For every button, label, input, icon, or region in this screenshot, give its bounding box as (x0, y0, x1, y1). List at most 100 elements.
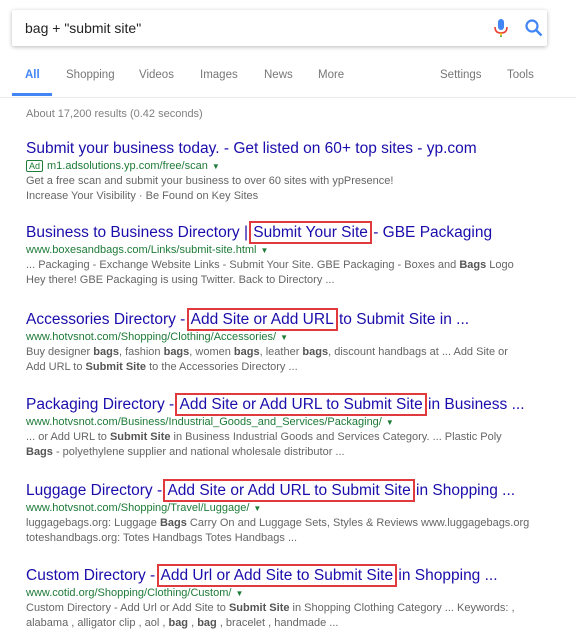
result-snippet: Get a free scan and submit your business… (26, 174, 566, 189)
ad-badge: Ad (26, 160, 44, 172)
caret-down-icon[interactable]: ▼ (260, 246, 268, 255)
highlight-box: Submit Your Site (249, 221, 372, 244)
snippet-text: Get a free scan and submit your business… (26, 175, 394, 187)
snippet-text: bags (302, 346, 329, 358)
snippet-text: in Shopping Clothing Category ... Keywor… (289, 602, 515, 614)
snippet-text: ... Packaging - Exchange Website Links -… (26, 259, 460, 271)
snippet-text: Bags (26, 446, 53, 458)
result-snippet: toteshandbags.org: Totes Handbags Totes … (26, 531, 566, 546)
url-text[interactable]: www.cotid.org/Shopping/Clothing/Custom/ (26, 587, 231, 599)
snippet-text: Increase Your Visibility · Be Found on K… (26, 190, 259, 202)
caret-down-icon[interactable]: ▼ (253, 504, 261, 513)
active-tab-indicator (12, 93, 52, 96)
snippet-text: ... or Add URL to (26, 431, 110, 443)
tab-all[interactable]: All (25, 69, 40, 81)
search-input[interactable]: bag + "submit site" (25, 20, 141, 36)
magnifier-icon[interactable] (524, 18, 544, 38)
url-text[interactable]: www.hotvsnot.com/Shopping/Clothing/Acces… (26, 331, 276, 343)
title-text: to Submit Site in ... (334, 311, 470, 328)
snippet-text: Submit Site (85, 361, 147, 373)
caret-down-icon[interactable]: ▼ (212, 162, 220, 171)
result-snippet: Custom Directory - Add Url or Add Site t… (26, 601, 566, 616)
search-result: Business to Business Directory | Submit … (26, 221, 566, 288)
snippet-text: toteshandbags.org: Totes Handbags Totes … (26, 532, 298, 544)
result-title-link[interactable]: Luggage Directory - Add Site or Add URL … (26, 479, 566, 502)
search-result: Luggage Directory - Add Site or Add URL … (26, 479, 566, 546)
title-text: in Business ... (423, 396, 525, 413)
settings-link[interactable]: Settings (440, 69, 482, 81)
snippet-text: Submit Site (109, 431, 171, 443)
title-text: in Shopping ... (411, 482, 516, 499)
title-text: in Shopping ... (394, 567, 498, 584)
tab-videos[interactable]: Videos (139, 69, 174, 81)
snippet-text: Custom Directory - Add Url or Add Site t… (26, 602, 229, 614)
snippet-text: bags (163, 346, 190, 358)
search-box[interactable]: bag + "submit site" (12, 10, 547, 46)
snippet-text: bag (197, 617, 217, 629)
snippet-text: Submit Site (228, 602, 290, 614)
snippet-text: , women (189, 346, 234, 358)
result-snippet: luggagebags.org: Luggage Bags Carry On a… (26, 516, 566, 531)
title-text: Accessories Directory - (26, 311, 190, 328)
url-text[interactable]: www.hotvsnot.com/Business/Industrial_Goo… (26, 416, 382, 428)
snippet-text: , bracelet , handmade ... (216, 617, 339, 629)
result-url: Ad m1.adsolutions.yp.com/free/scan ▼ (26, 159, 566, 174)
snippet-text: Logo (486, 259, 514, 271)
search-result: Submit your business today. - Get listed… (26, 139, 566, 204)
search-result: Accessories Directory - Add Site or Add … (26, 308, 566, 375)
caret-down-icon[interactable]: ▼ (280, 333, 288, 342)
result-snippet: Add URL to Submit Site to the Accessorie… (26, 360, 566, 375)
tab-more[interactable]: More (318, 69, 344, 81)
search-tabs: All Shopping Videos Images News More Set… (0, 66, 576, 98)
snippet-text: bags (93, 346, 119, 358)
highlight-box: Add Url or Add Site to Submit Site (156, 564, 398, 587)
microphone-icon[interactable] (492, 18, 510, 38)
snippet-text: - polyethylene supplier and national who… (52, 446, 345, 458)
tab-shopping[interactable]: Shopping (66, 69, 115, 81)
result-snippet: Increase Your Visibility · Be Found on K… (26, 189, 566, 204)
result-url: www.boxesandbags.com/Links/submit-site.h… (26, 243, 566, 258)
snippet-text: Carry On and Luggage Sets, Styles & Revi… (186, 517, 530, 529)
title-text: Luggage Directory - (26, 482, 167, 499)
url-text[interactable]: www.boxesandbags.com/Links/submit-site.h… (26, 244, 256, 256)
tab-news[interactable]: News (264, 69, 293, 81)
title-text: - GBE Packaging (368, 224, 493, 241)
result-title-link[interactable]: Packaging Directory - Add Site or Add UR… (26, 393, 566, 416)
result-snippet: Buy designer bags, fashion bags, women b… (26, 345, 566, 360)
result-title-link[interactable]: Accessories Directory - Add Site or Add … (26, 308, 566, 331)
snippet-text: Bags (159, 517, 187, 529)
result-title-link[interactable]: Business to Business Directory | Submit … (26, 221, 566, 244)
snippet-text: , discount handbags at ... Add Site or (328, 346, 508, 358)
tab-images[interactable]: Images (200, 69, 238, 81)
result-title-link[interactable]: Custom Directory - Add Url or Add Site t… (26, 564, 566, 587)
result-stats: About 17,200 results (0.42 seconds) (26, 108, 203, 120)
result-title-link[interactable]: Submit your business today. - Get listed… (26, 139, 566, 159)
snippet-text: luggagebags.org: Luggage (26, 517, 160, 529)
snippet-text: Add URL to (26, 361, 86, 373)
title-text: Business to Business Directory | (26, 224, 253, 241)
url-text[interactable]: m1.adsolutions.yp.com/free/scan (47, 160, 208, 172)
caret-down-icon[interactable]: ▼ (386, 418, 394, 427)
tools-link[interactable]: Tools (507, 69, 534, 81)
caret-down-icon[interactable]: ▼ (235, 589, 243, 598)
snippet-text: in Business Industrial Goods and Service… (170, 431, 502, 443)
highlight-box: Add Site or Add URL (186, 308, 338, 331)
search-result: Packaging Directory - Add Site or Add UR… (26, 393, 566, 460)
snippet-text: Bags (459, 259, 487, 271)
title-text: Custom Directory - (26, 567, 160, 584)
snippet-text: , (188, 617, 198, 629)
snippet-text: alabama , alligator clip , aol , (26, 617, 169, 629)
result-url: www.hotvsnot.com/Business/Industrial_Goo… (26, 415, 566, 430)
result-snippet: ... Packaging - Exchange Website Links -… (26, 258, 566, 273)
search-result: Custom Directory - Add Url or Add Site t… (26, 564, 566, 631)
result-url: www.hotvsnot.com/Shopping/Clothing/Acces… (26, 330, 566, 345)
result-url: www.cotid.org/Shopping/Clothing/Custom/ ▼ (26, 586, 566, 601)
snippet-text: Buy designer (26, 346, 94, 358)
result-snippet: Hey there! GBE Packaging is using Twitte… (26, 273, 566, 288)
highlight-box: Add Site or Add URL to Submit Site (175, 393, 427, 416)
url-text[interactable]: www.hotvsnot.com/Shopping/Travel/Luggage… (26, 502, 249, 514)
result-url: www.hotvsnot.com/Shopping/Travel/Luggage… (26, 501, 566, 516)
result-snippet: alabama , alligator clip , aol , bag , b… (26, 616, 566, 631)
title-text: Packaging Directory - (26, 396, 179, 413)
snippet-text: Hey there! GBE Packaging is using Twitte… (26, 274, 335, 286)
